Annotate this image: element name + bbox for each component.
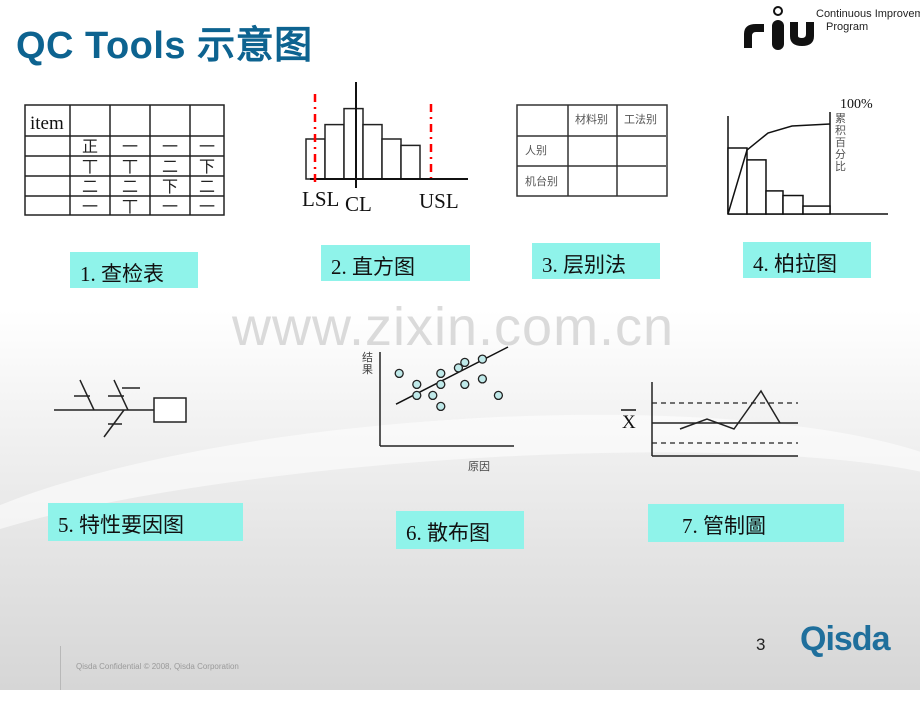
footer-divider: [60, 646, 61, 690]
tally-mark: 二: [162, 159, 178, 176]
tally-mark: 二: [199, 179, 215, 196]
scatter-point: [477, 374, 488, 384]
tally-mark: 一: [82, 199, 98, 216]
scatter-figure: 结 果 原因: [362, 346, 514, 473]
check-sheet-header: item: [30, 113, 64, 134]
tally-mark: 一: [162, 199, 178, 216]
tool-label-scatter: 6. 散布图: [396, 511, 524, 549]
qisda-logo: Qisda: [800, 620, 890, 658]
tally-mark: 丅: [122, 199, 138, 216]
usl-label: USL: [419, 189, 459, 213]
row-header-person: 人别: [525, 144, 547, 157]
logo-i-dot: [773, 6, 783, 16]
tally-mark: 丅: [82, 159, 98, 176]
histogram-bar: [381, 138, 402, 180]
logo-i-stem: [772, 20, 784, 50]
scatter-point: [394, 368, 404, 379]
pareto-100pct: 100%: [840, 97, 873, 112]
histogram-bar: [324, 123, 345, 180]
tally-mark: 一: [162, 139, 178, 156]
col-header-method: 工法别: [624, 112, 657, 126]
tally-mark: 一: [199, 199, 215, 216]
cl-label: CL: [345, 192, 372, 214]
scatter-point: [436, 379, 446, 390]
pareto-figure: 100% 累积百分比: [727, 97, 888, 215]
logo-line2: Program: [826, 21, 868, 33]
tool-label-pareto: 4. 柏拉图: [743, 242, 871, 278]
scatter-point: [493, 390, 504, 401]
tally-marks: 正一一一丅丅二下二二下二一丅一一: [82, 139, 215, 216]
page-number: 3: [756, 635, 766, 654]
fishbone-figure: [54, 379, 187, 438]
scatter-point: [436, 401, 446, 412]
pareto-bar: [746, 159, 767, 215]
tool-label-histogram: 2. 直方图: [321, 245, 470, 281]
pareto-bar: [765, 190, 784, 215]
tally-mark: 丅: [122, 159, 138, 176]
cip-logo: Continuous Improvement Program: [744, 6, 920, 50]
tool-label-check-sheet: 1. 查检表: [70, 252, 198, 288]
pareto-bar: [802, 205, 831, 215]
tool-label-fishbone: 5. 特性要因图: [48, 503, 243, 541]
scatter-xlabel: 原因: [468, 460, 490, 473]
tool-label-control-chart: 7. 管制圖: [648, 504, 844, 542]
logo-c-shape: [744, 24, 764, 48]
tally-mark: 二: [122, 179, 138, 196]
scatter-ylabel-2: 果: [362, 363, 373, 376]
histogram-bar: [400, 144, 421, 180]
check-sheet-figure: item 正一一一丅丅二下二二下二一丅一一: [24, 104, 225, 216]
scatter-point: [477, 354, 488, 364]
control-chart-figure: X: [621, 382, 798, 457]
histogram-figure: LSL CL USL: [302, 82, 468, 214]
logo-line1: Continuous Improvement: [816, 8, 920, 20]
col-header-material: 材料别: [575, 112, 608, 126]
histogram-bar: [362, 123, 383, 180]
tally-mark: 下: [162, 179, 178, 196]
control-chart-ylabel: X: [622, 412, 636, 433]
row-header-machine: 机台别: [525, 174, 558, 188]
tally-mark: 一: [122, 139, 138, 156]
tally-mark: 二: [82, 179, 98, 196]
scatter-point: [412, 390, 422, 401]
cumulative-axis-label: 累积百分比: [835, 112, 846, 173]
scatter-point: [460, 357, 470, 368]
lsl-label: LSL: [302, 187, 339, 211]
pareto-bar: [782, 194, 804, 215]
logo-p-shape: [790, 22, 814, 46]
scatter-point: [412, 379, 422, 390]
tally-mark: 一: [199, 139, 215, 156]
scatter-point: [460, 379, 470, 390]
tally-mark: 正: [82, 139, 98, 156]
tally-mark: 下: [199, 159, 215, 176]
scatter-point: [436, 368, 446, 379]
slide-title: QC Tools 示意图: [16, 25, 313, 67]
histogram-bar: [343, 107, 364, 180]
scatter-point: [428, 390, 438, 401]
stratification-figure: 材料别 工法别 人别 机台别: [516, 104, 668, 197]
footer-confidential: Qisda Confidential © 2008, Qisda Corpora…: [76, 662, 239, 671]
tool-label-stratification: 3. 层别法: [532, 243, 660, 279]
